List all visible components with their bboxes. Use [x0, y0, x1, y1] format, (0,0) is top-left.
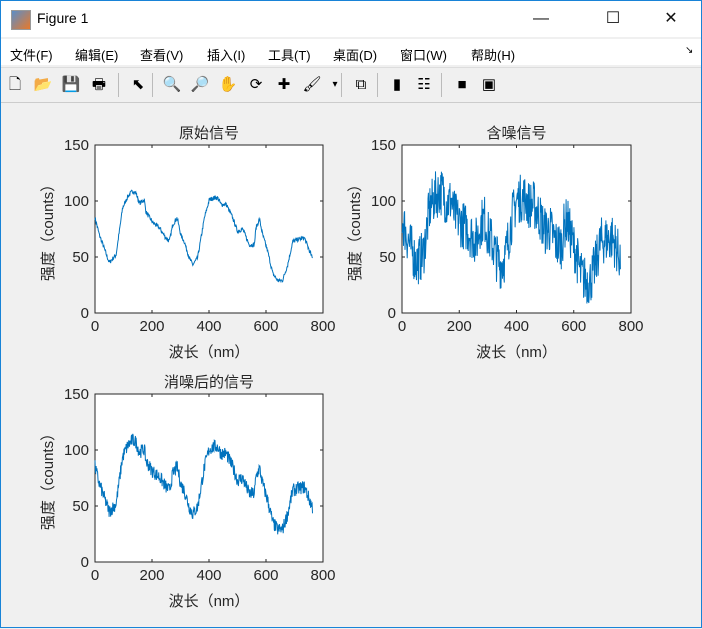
y-axis-label: 强度（counts） [40, 177, 57, 281]
y-tick-label: 100 [64, 442, 89, 459]
y-tick-label: 50 [72, 498, 89, 515]
y-tick-label: 50 [379, 249, 396, 266]
x-tick-label: 600 [561, 318, 586, 335]
x-axis-label: 波长（nm） [476, 344, 557, 361]
y-tick-label: 150 [64, 386, 89, 403]
x-tick-label: 600 [253, 318, 278, 335]
x-tick-label: 800 [310, 318, 335, 335]
y-axis-label: 强度（counts） [347, 177, 364, 281]
x-tick-label: 0 [398, 318, 406, 335]
y-tick-label: 0 [81, 305, 89, 322]
x-tick-label: 200 [139, 567, 164, 584]
x-tick-label: 200 [139, 318, 164, 335]
axes-box [94, 393, 324, 563]
x-tick-label: 400 [196, 318, 221, 335]
y-tick-label: 100 [371, 193, 396, 210]
y-axis-label: 强度（counts） [40, 426, 57, 530]
y-tick-label: 150 [64, 137, 89, 154]
axes-box [401, 144, 632, 314]
x-tick-label: 400 [196, 567, 221, 584]
axes-title: 原始信号 [179, 125, 239, 142]
x-tick-label: 800 [310, 567, 335, 584]
x-tick-label: 0 [91, 567, 99, 584]
x-tick-label: 800 [618, 318, 643, 335]
x-axis-label: 波长（nm） [169, 593, 250, 610]
y-tick-label: 100 [64, 193, 89, 210]
y-tick-label: 50 [72, 249, 89, 266]
figure-canvas: 0 200 400 600 800 0 50 100 150 原始信号波长（nm） 强度（count… [40, 125, 644, 610]
x-tick-label: 0 [91, 318, 99, 335]
y-tick-label: 0 [81, 554, 89, 571]
y-tick-label: 0 [388, 305, 396, 322]
y-tick-label: 150 [371, 137, 396, 154]
axes-title: 消噪后的信号 [164, 374, 254, 391]
x-tick-label: 600 [253, 567, 278, 584]
axes-title: 含噪信号 [486, 125, 546, 142]
x-tick-label: 200 [447, 318, 472, 335]
axes-box [94, 144, 324, 314]
x-tick-label: 400 [504, 318, 529, 335]
x-axis-label: 波长（nm） [169, 344, 250, 361]
